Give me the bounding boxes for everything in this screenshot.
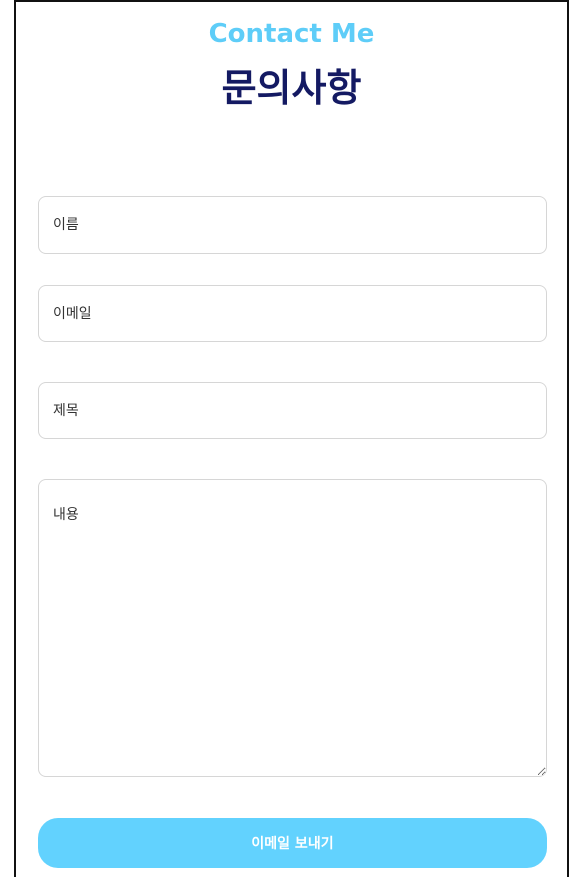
contact-card: Contact Me 문의사항 이메일 보내기 xyxy=(14,0,569,877)
section-kicker: Contact Me xyxy=(208,19,375,49)
name-field[interactable] xyxy=(38,196,547,254)
subject-field[interactable] xyxy=(38,382,547,439)
email-field[interactable] xyxy=(38,285,547,342)
send-email-button[interactable]: 이메일 보내기 xyxy=(38,818,547,868)
page-title: 문의사항 xyxy=(221,66,362,110)
message-field[interactable] xyxy=(38,479,547,777)
